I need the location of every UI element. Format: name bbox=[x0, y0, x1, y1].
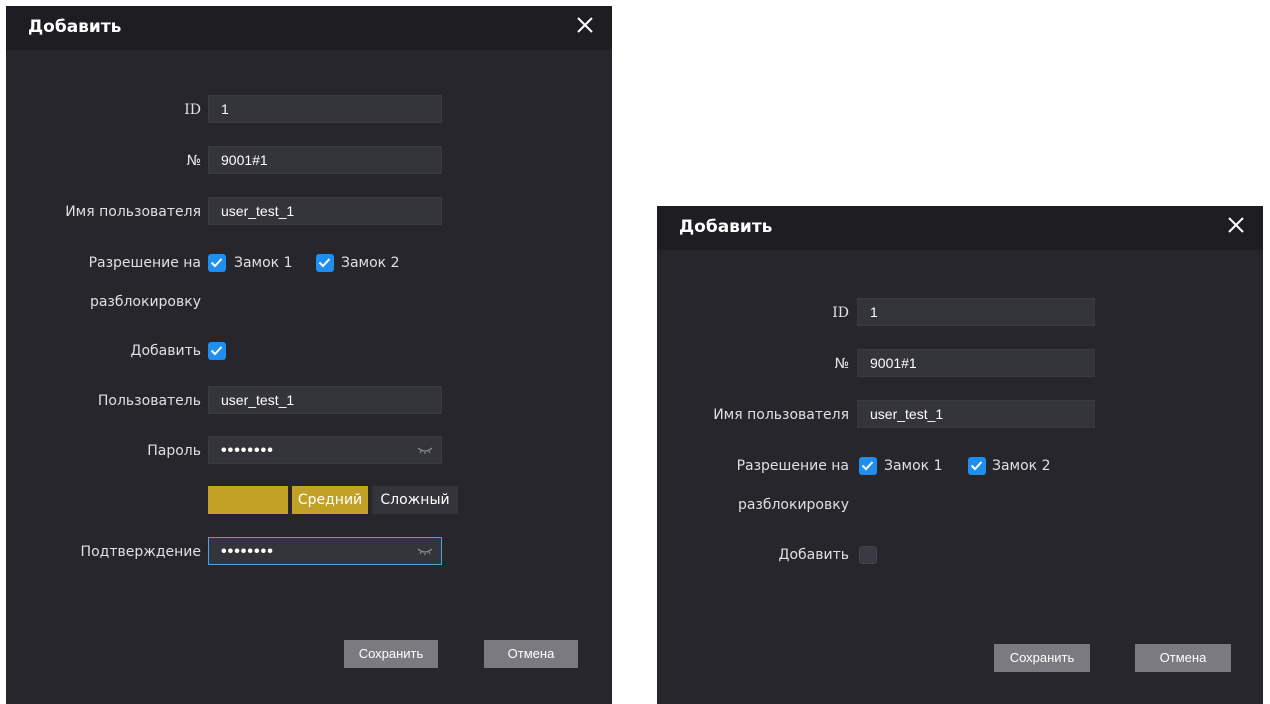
eye-closed-icon[interactable] bbox=[417, 546, 433, 556]
lock1-checkbox[interactable] bbox=[859, 457, 877, 475]
username-input[interactable]: user_test_1 bbox=[857, 400, 1095, 428]
add-checkbox[interactable] bbox=[208, 342, 226, 360]
add-user-dialog-expanded: Добавить ID 1 № 9001#1 Имя пользователя … bbox=[6, 6, 612, 704]
number-input[interactable]: 9001#1 bbox=[208, 146, 442, 174]
number-input[interactable]: 9001#1 bbox=[857, 349, 1095, 377]
strength-complex: Сложный bbox=[372, 486, 458, 514]
confirm-label: Подтверждение bbox=[80, 544, 201, 560]
id-input[interactable]: 1 bbox=[857, 298, 1095, 326]
cancel-button[interactable]: Отмена bbox=[1135, 644, 1231, 672]
permission-label-line2: разблокировку bbox=[737, 497, 849, 513]
password-value: •••••••• bbox=[221, 442, 274, 459]
id-label: ID bbox=[184, 102, 201, 118]
save-button[interactable]: Сохранить bbox=[994, 644, 1090, 672]
lock2-checkbox[interactable] bbox=[316, 254, 334, 272]
user-label: Пользователь bbox=[97, 393, 201, 409]
password-label: Пароль bbox=[147, 443, 201, 459]
permission-label-line1: Разрешение на bbox=[736, 458, 849, 474]
number-label: № bbox=[186, 153, 201, 169]
confirm-value: •••••••• bbox=[221, 543, 274, 560]
lock1-label: Замок 1 bbox=[884, 458, 943, 474]
strength-weak-bar bbox=[208, 486, 288, 514]
user-input[interactable]: user_test_1 bbox=[208, 386, 442, 414]
lock1-label: Замок 1 bbox=[234, 255, 293, 271]
eye-closed-icon[interactable] bbox=[417, 445, 433, 455]
add-label: Добавить bbox=[130, 343, 201, 359]
save-button[interactable]: Сохранить bbox=[344, 640, 438, 668]
lock2-label: Замок 2 bbox=[992, 458, 1051, 474]
close-icon[interactable] bbox=[1223, 212, 1249, 238]
lock2-label: Замок 2 bbox=[341, 255, 400, 271]
dialog-header: Добавить bbox=[657, 206, 1263, 250]
username-label: Имя пользователя bbox=[65, 204, 201, 220]
confirm-input[interactable]: •••••••• bbox=[208, 537, 442, 565]
permission-label-line2: разблокировку bbox=[89, 294, 201, 310]
lock1-checkbox[interactable] bbox=[208, 254, 226, 272]
cancel-button[interactable]: Отмена bbox=[484, 640, 578, 668]
add-label: Добавить bbox=[778, 547, 849, 563]
dialog-header: Добавить bbox=[6, 6, 612, 50]
close-icon[interactable] bbox=[572, 12, 598, 38]
strength-medium: Средний bbox=[292, 486, 368, 514]
number-label: № bbox=[834, 356, 849, 372]
username-input[interactable]: user_test_1 bbox=[208, 197, 442, 225]
id-input[interactable]: 1 bbox=[208, 95, 442, 123]
id-label: ID bbox=[832, 305, 849, 321]
lock2-checkbox[interactable] bbox=[968, 457, 986, 475]
add-user-dialog-collapsed: Добавить ID 1 № 9001#1 Имя пользователя … bbox=[657, 206, 1263, 704]
add-checkbox[interactable] bbox=[859, 546, 877, 564]
username-label: Имя пользователя bbox=[713, 407, 849, 423]
dialog-title: Добавить bbox=[28, 17, 122, 37]
permission-label-line1: Разрешение на bbox=[88, 255, 201, 271]
dialog-title: Добавить bbox=[679, 217, 773, 237]
password-input[interactable]: •••••••• bbox=[208, 436, 442, 464]
